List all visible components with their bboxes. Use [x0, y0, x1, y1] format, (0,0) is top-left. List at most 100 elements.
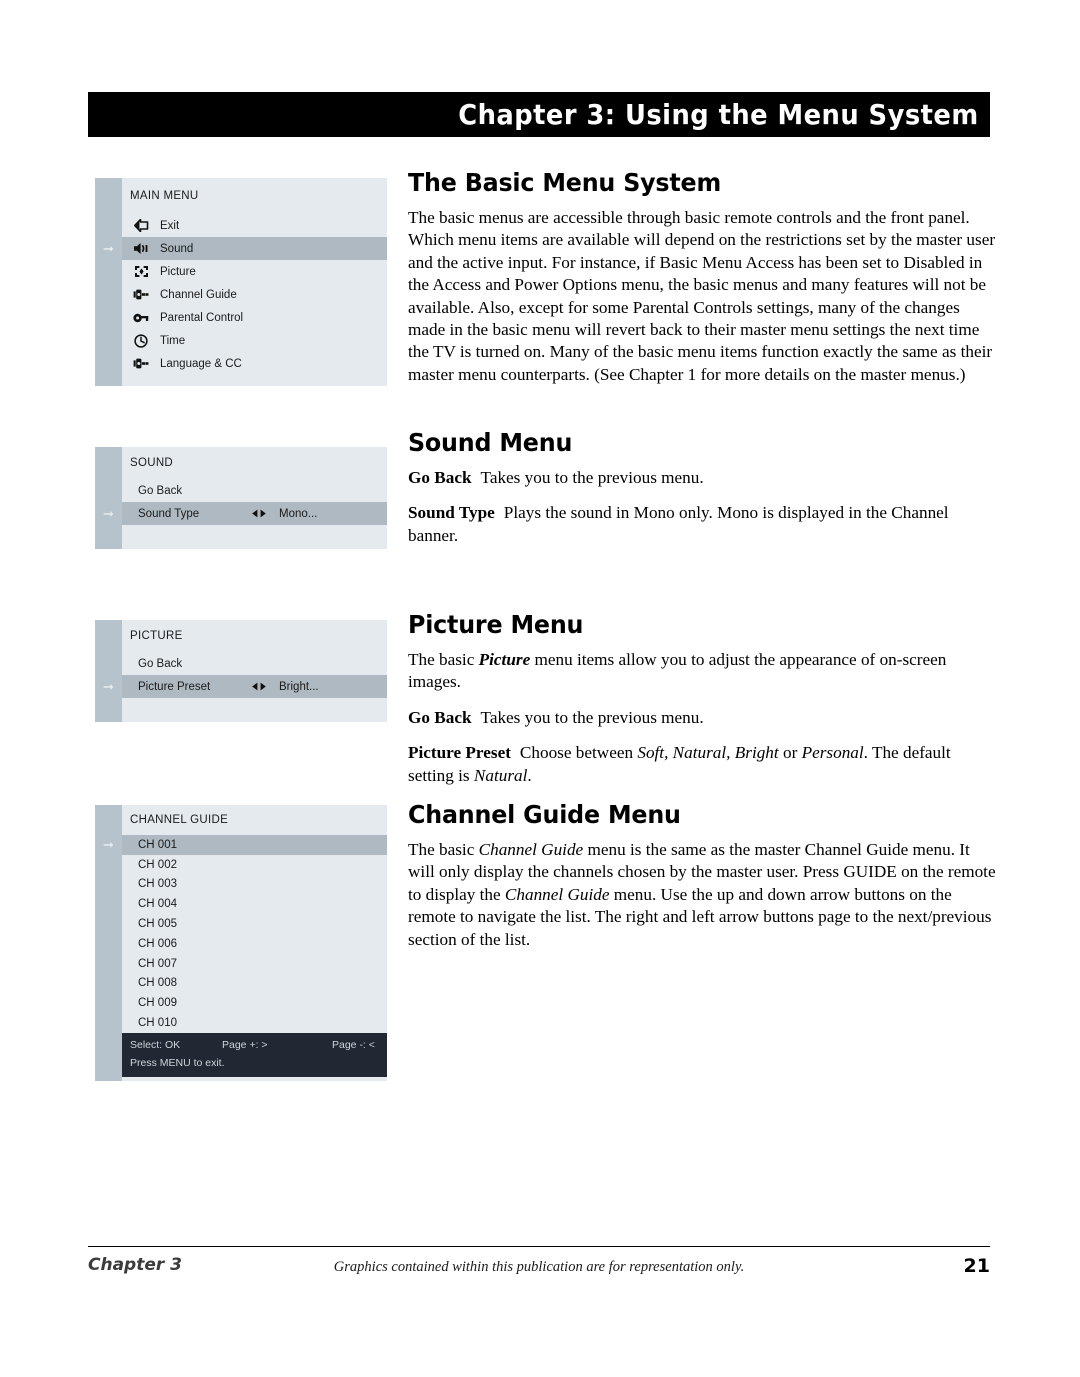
page-title: The Basic Menu System — [408, 168, 722, 197]
plug-icon — [130, 357, 152, 370]
strip-cell-channel-guide — [95, 283, 122, 306]
sound-item-go-back[interactable]: Go Back — [122, 479, 387, 502]
sound-menu-heading: Sound Menu — [408, 428, 573, 457]
picture-item-preset[interactable]: Picture Preset Bright... — [122, 675, 387, 698]
strip-head-spacer — [95, 178, 122, 214]
page-footer: Chapter 3 Graphics contained within this… — [88, 1255, 990, 1285]
picture-preset-options: Soft, Natural, Bright — [637, 743, 779, 763]
guide-strip-cell-ch-003 — [95, 875, 122, 895]
picture-go-back-desc: Takes you to the previous menu. — [480, 707, 704, 727]
menu-item-picture[interactable]: Picture — [122, 260, 387, 283]
channel-label-9: CH 009 — [138, 997, 177, 1010]
picture-preset-d: . — [527, 765, 532, 785]
strip-cell-time — [95, 329, 122, 352]
left-right-arrows-icon[interactable] — [251, 682, 267, 691]
sound-panel-title-text: SOUND — [130, 457, 174, 469]
picture-icon — [130, 265, 152, 278]
channel-row-5[interactable]: CH 005 — [122, 914, 387, 934]
left-right-arrows-icon[interactable] — [251, 509, 267, 518]
guide-strip-cell-ch-008 — [95, 974, 122, 994]
sound-type-definition: Sound Type Plays the sound in Mono only. … — [408, 502, 996, 547]
channel-row-9[interactable]: CH 009 — [122, 993, 387, 1013]
chapter-header-title: Chapter 3: Using the Menu System — [458, 98, 979, 131]
strip-cell-picture — [95, 260, 122, 283]
menu-item-parental-control[interactable]: Parental Control — [122, 306, 387, 329]
picture-preset-default: Natural — [473, 765, 528, 785]
guide-emphasis-2: Channel Guide — [504, 884, 610, 904]
selection-arrow-icon: ➞ — [103, 241, 114, 256]
channel-row-6[interactable]: CH 006 — [122, 934, 387, 954]
guide-strip-cell-ch-009 — [95, 993, 122, 1013]
channel-label-7: CH 007 — [138, 957, 177, 970]
guide-panel-title-text: CHANNEL GUIDE — [130, 814, 229, 826]
guide-strip-cell-ch-010 — [95, 1013, 122, 1033]
picture-menu-heading: Picture Menu — [408, 610, 584, 639]
channel-row-2[interactable]: CH 002 — [122, 855, 387, 875]
menu-item-exit[interactable]: Exit — [122, 214, 387, 237]
picture-strip-cell-preset: ➞ — [95, 675, 122, 698]
guide-panel-footer: Select: OK Page +: > Page -: < Press MEN… — [122, 1032, 387, 1077]
picture-preset-definition: Picture Preset Choose between Soft, Natur… — [408, 742, 996, 787]
guide-hint-select: Select: OK — [130, 1038, 181, 1051]
strip-cell-exit — [95, 214, 122, 237]
menu-item-language-cc-label: Language & CC — [160, 357, 242, 370]
guide-hint-page-minus: Page -: < — [332, 1038, 375, 1051]
channel-label-6: CH 006 — [138, 937, 177, 950]
main-menu-title: MAIN MENU — [130, 190, 199, 202]
sound-item-sound-type[interactable]: Sound Type Mono... — [122, 502, 387, 525]
channel-row-8[interactable]: CH 008 — [122, 974, 387, 994]
picture-go-back-term: Go Back — [408, 707, 472, 727]
picture-item-go-back-label: Go Back — [138, 657, 183, 670]
channel-row-7[interactable]: CH 007 — [122, 954, 387, 974]
guide-strip-cell-ch-007 — [95, 954, 122, 974]
sound-go-back-definition: Go Back Takes you to the previous menu. — [408, 467, 996, 489]
basic-menu-paragraph: The basic menus are accessible through b… — [408, 208, 996, 384]
sound-item-sound-type-label: Sound Type — [138, 507, 200, 520]
channel-label-2: CH 002 — [138, 858, 177, 871]
strip-cell-parental-control — [95, 306, 122, 329]
channel-guide-menu-heading: Channel Guide Menu — [408, 800, 681, 829]
section-sound-menu: Sound Menu Go Back Takes you to the previ… — [408, 428, 996, 547]
menu-item-channel-guide[interactable]: Channel Guide — [122, 283, 387, 306]
strip-tail-spacer — [95, 375, 122, 386]
channel-row-10[interactable]: CH 010 — [122, 1013, 387, 1033]
menu-item-sound[interactable]: Sound — [122, 237, 387, 260]
menu-item-sound-label: Sound — [160, 242, 194, 255]
page-number: 21 — [963, 1255, 990, 1277]
guide-strip-head-spacer — [95, 805, 122, 835]
picture-go-back-definition: Go Back Takes you to the previous menu. — [408, 707, 996, 729]
menu-item-time-label: Time — [160, 334, 186, 347]
section-basic-menu-system: The Basic Menu System The basic menus ar… — [408, 168, 996, 386]
guide-strip-footer-spacer — [95, 1032, 122, 1081]
picture-preset-b: or — [778, 743, 802, 763]
channel-label-5: CH 005 — [138, 918, 177, 931]
picture-preset-a: Choose between — [519, 743, 638, 763]
sound-panel-body: SOUND Go Back Sound Type Mono... — [122, 447, 387, 549]
channel-row-3[interactable]: CH 003 — [122, 875, 387, 895]
guide-panel-title: CHANNEL GUIDE — [122, 805, 387, 835]
channel-label-3: CH 003 — [138, 878, 177, 891]
menu-item-exit-label: Exit — [160, 219, 180, 232]
menu-item-time[interactable]: Time — [122, 329, 387, 352]
picture-strip-cell-go-back — [95, 652, 122, 675]
picture-strip-head-spacer — [95, 620, 122, 652]
selection-arrow-icon: ➞ — [103, 679, 114, 694]
sound-type-value: Mono... — [279, 507, 318, 520]
channel-label-8: CH 008 — [138, 977, 177, 990]
sound-go-back-desc: Takes you to the previous menu. — [480, 468, 704, 487]
channel-row-1[interactable]: CH 001 — [122, 835, 387, 855]
picture-item-go-back[interactable]: Go Back — [122, 652, 387, 675]
guide-hint-exit: Press MENU to exit. — [130, 1056, 225, 1069]
strip-cell-language-cc — [95, 352, 122, 375]
picture-panel-title: PICTURE — [122, 620, 387, 652]
picture-panel-body-tail — [122, 698, 387, 722]
clock-icon — [130, 333, 152, 348]
chapter-header-banner: Chapter 3: Using the Menu System — [88, 92, 990, 137]
channel-row-4[interactable]: CH 004 — [122, 894, 387, 914]
channel-label-4: CH 004 — [138, 898, 177, 911]
menu-item-language-cc[interactable]: Language & CC — [122, 352, 387, 375]
picture-preset-value: Bright... — [279, 680, 319, 693]
sound-strip-tail — [95, 525, 122, 549]
picture-preset-term: Picture Preset — [408, 743, 511, 763]
sound-strip-cell-sound-type: ➞ — [95, 502, 122, 525]
